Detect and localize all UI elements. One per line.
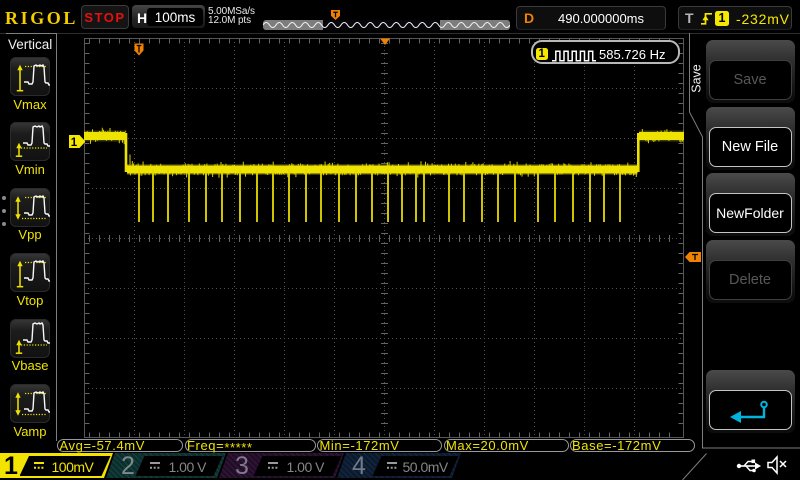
svg-text:1: 1 bbox=[70, 136, 77, 147]
